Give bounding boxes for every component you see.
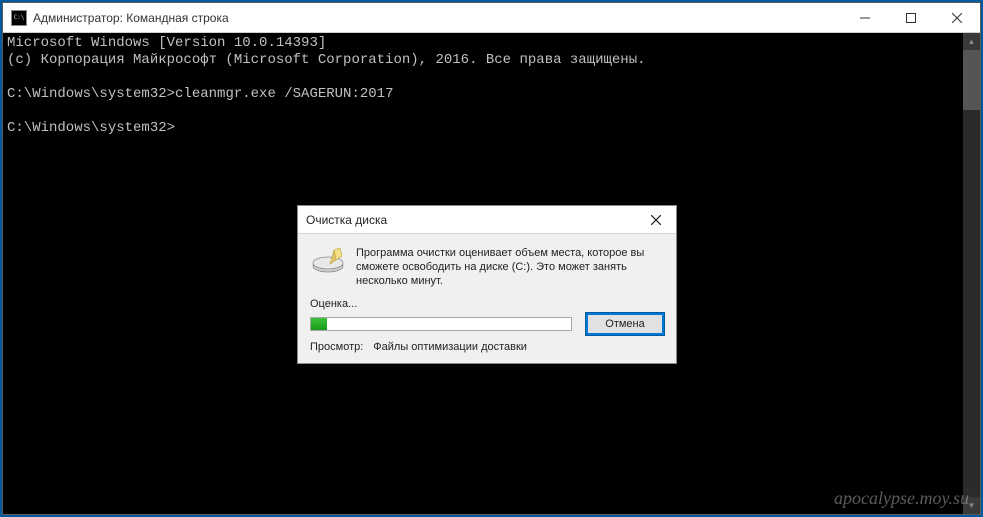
scrollbar-thumb[interactable] [963,50,980,110]
status-label: Оценка... [310,298,664,310]
titlebar[interactable]: Администратор: Командная строка [3,3,980,33]
viewing-value: Файлы оптимизации доставки [373,341,527,353]
terminal-prompt: C:\Windows\system32> [7,120,175,136]
viewing-label: Просмотр: [310,341,363,353]
terminal-line: (c) Корпорация Майкрософт (Microsoft Cor… [7,52,646,68]
viewing-row: Просмотр: Файлы оптимизации доставки [310,341,664,353]
scrollbar-up-button[interactable]: ▲ [963,33,980,50]
maximize-button[interactable] [888,3,934,32]
progress-fill [311,318,327,330]
progress-row: Отмена [310,313,664,335]
scrollbar-track[interactable] [963,50,980,497]
progress-bar [310,317,572,331]
drive-cleanup-icon [310,246,346,278]
dialog-close-button[interactable] [636,206,676,233]
cancel-button[interactable]: Отмена [586,313,664,335]
vertical-scrollbar[interactable]: ▲ ▼ [963,33,980,514]
window-title: Администратор: Командная строка [33,11,842,25]
dialog-title: Очистка диска [306,213,636,227]
terminal-command: cleanmgr.exe /SAGERUN:2017 [175,86,393,102]
disk-cleanup-dialog: Очистка диска Программа очистки оценивае… [297,205,677,364]
close-button[interactable] [934,3,980,32]
dialog-body: Программа очистки оценивает объем места,… [298,234,676,363]
dialog-info-row: Программа очистки оценивает объем места,… [310,246,664,288]
dialog-description: Программа очистки оценивает объем места,… [356,246,664,288]
watermark: apocalypse.moy.su [834,488,969,509]
terminal-line: Microsoft Windows [Version 10.0.14393] [7,35,326,51]
window-controls [842,3,980,32]
terminal-prompt: C:\Windows\system32> [7,86,175,102]
minimize-button[interactable] [842,3,888,32]
dialog-titlebar[interactable]: Очистка диска [298,206,676,234]
cmd-icon [11,10,27,26]
